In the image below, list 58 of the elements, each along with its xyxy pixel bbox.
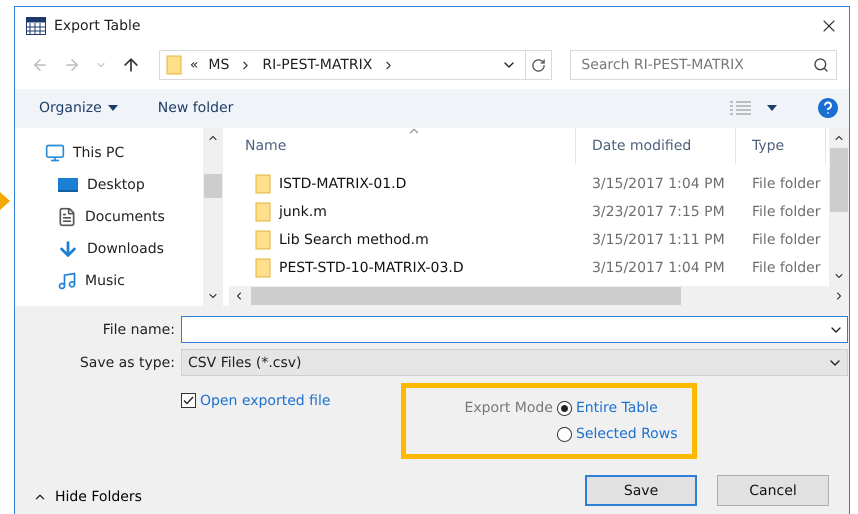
- scrollbar-thumb[interactable]: [830, 148, 848, 212]
- folder-icon: [166, 55, 182, 75]
- caret-icon[interactable]: [767, 105, 777, 111]
- view-list-icon[interactable]: [729, 101, 753, 115]
- address-bar[interactable]: « MS RI-PEST-MATRIX: [158, 50, 552, 80]
- file-row[interactable]: PEST-STD-10-MATRIX-03.D 3/15/2017 1:04 PM File folder: [229, 254, 829, 282]
- computer-icon: [45, 143, 65, 163]
- desktop-icon: [57, 177, 79, 193]
- breadcrumb[interactable]: RI-PEST-MATRIX: [262, 57, 372, 73]
- folder-icon: [255, 202, 271, 222]
- folder-icon: [255, 258, 271, 278]
- nav-item[interactable]: Downloads: [57, 238, 203, 260]
- checkbox[interactable]: [181, 393, 196, 408]
- nav-item[interactable]: This PC: [45, 142, 203, 164]
- nav-item[interactable]: Music: [57, 270, 203, 292]
- refresh-icon: [531, 58, 546, 72]
- dialog-button[interactable]: Cancel: [717, 475, 829, 506]
- new-folder-button[interactable]: New folder: [158, 100, 234, 116]
- column-header[interactable]: Name: [229, 128, 576, 164]
- scrollbar[interactable]: [203, 128, 223, 306]
- file-type-dropdown[interactable]: CSV Files (*.csv): [181, 349, 848, 376]
- radio-label[interactable]: Selected Rows: [576, 426, 678, 442]
- checkbox-label[interactable]: Open exported file: [200, 393, 330, 409]
- overflow-chevrons[interactable]: «: [190, 57, 198, 73]
- nav-item[interactable]: Documents: [57, 206, 203, 228]
- column-header[interactable]: Date modified: [576, 128, 736, 164]
- field-label: File name:: [102, 322, 176, 338]
- breadcrumb[interactable]: MS: [208, 57, 230, 73]
- scrollbar[interactable]: [829, 128, 849, 286]
- search-icon: [813, 57, 829, 73]
- folder-icon: [255, 230, 271, 250]
- table-icon: [26, 17, 46, 35]
- dialog-button[interactable]: Save: [585, 475, 697, 506]
- scrollbar-thumb[interactable]: [251, 287, 681, 305]
- music-note-icon: [57, 271, 77, 291]
- organize-menu[interactable]: Organize: [39, 100, 118, 116]
- caret-icon: [108, 105, 118, 111]
- column-header[interactable]: Type: [736, 128, 826, 164]
- document-icon: [57, 207, 77, 227]
- window-title: Export Table: [54, 18, 142, 34]
- nav-item[interactable]: Desktop: [57, 174, 203, 196]
- radio-label[interactable]: Entire Table: [576, 400, 658, 416]
- pointer-arrow-icon: [0, 192, 10, 210]
- field-label: Save as type:: [78, 354, 176, 370]
- hide-folders-button[interactable]: Hide Folders: [33, 488, 142, 504]
- export-mode-label: Export Mode: [464, 400, 553, 416]
- radio-button[interactable]: [556, 426, 572, 442]
- file-name-field[interactable]: [181, 316, 848, 343]
- scrollbar-thumb[interactable]: [204, 174, 222, 198]
- file-row[interactable]: ISTD-MATRIX-01.D 3/15/2017 1:04 PM File folder: [229, 170, 829, 198]
- scrollbar[interactable]: [229, 286, 849, 306]
- search-field[interactable]: Search RI-PEST-MATRIX: [570, 50, 837, 80]
- download-icon: [57, 238, 79, 260]
- help-icon[interactable]: [817, 97, 839, 119]
- file-row[interactable]: Lib Search method.m 3/15/2017 1:11 PM File folder: [229, 226, 829, 254]
- radio-button[interactable]: [556, 400, 572, 416]
- file-row[interactable]: junk.m 3/23/2017 7:15 PM File folder: [229, 198, 829, 226]
- folder-icon: [255, 174, 271, 194]
